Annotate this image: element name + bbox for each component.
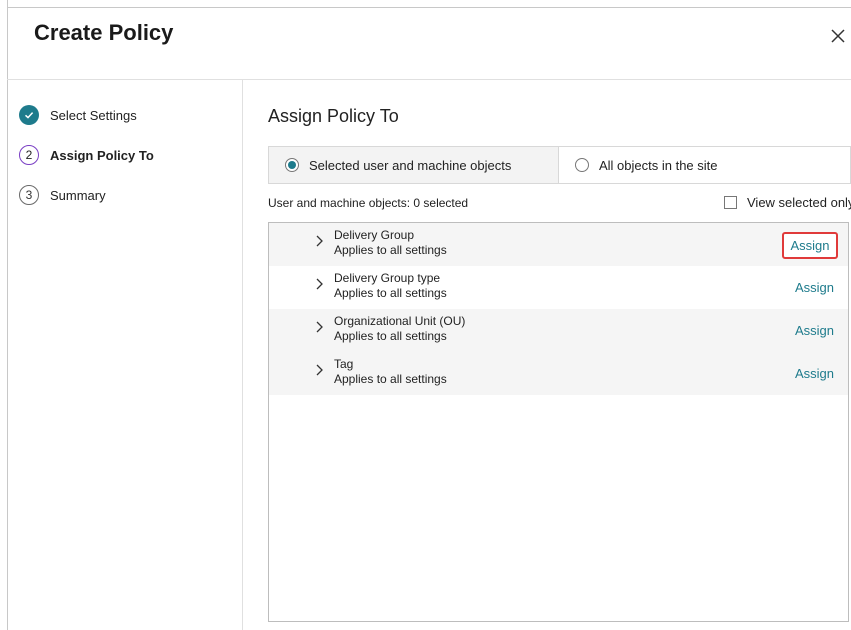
- assign-button-tag[interactable]: Assign: [795, 366, 834, 381]
- radio-selected-icon: [285, 158, 299, 172]
- checkbox-label: View selected only: [747, 195, 851, 210]
- chevron-right-icon[interactable]: [313, 277, 327, 291]
- step-label: Summary: [50, 187, 106, 203]
- section-title: Assign Policy To: [268, 106, 399, 126]
- step-number: 3: [19, 185, 39, 205]
- object-type-list: Delivery Group Applies to all settings A…: [268, 222, 849, 622]
- chevron-right-icon[interactable]: [313, 234, 327, 248]
- radio-label: All objects in the site: [599, 157, 718, 173]
- row-name: Delivery Group type: [334, 271, 441, 285]
- radio-unselected-icon: [575, 158, 589, 172]
- chevron-right-icon[interactable]: [313, 363, 327, 377]
- dialog-border-top: [7, 7, 851, 8]
- row-subtitle: Applies to all settings: [334, 329, 447, 343]
- list-row-tag: Tag Applies to all settings Assign: [269, 352, 848, 395]
- row-subtitle: Applies to all settings: [334, 372, 447, 386]
- step-assign-policy-to[interactable]: 2 Assign Policy To: [19, 144, 154, 166]
- close-icon: [831, 29, 845, 43]
- assign-button-delivery-group-type[interactable]: Assign: [795, 280, 834, 295]
- step-label: Select Settings: [50, 107, 137, 123]
- view-selected-only-checkbox[interactable]: View selected only: [724, 195, 851, 210]
- row-name: Tag: [334, 357, 354, 371]
- dialog-border-left: [7, 0, 8, 630]
- assign-button-organizational-unit[interactable]: Assign: [795, 323, 834, 338]
- list-row-delivery-group: Delivery Group Applies to all settings A…: [269, 223, 848, 266]
- check-icon: [19, 105, 39, 125]
- row-name: Organizational Unit (OU): [334, 314, 466, 328]
- row-name: Delivery Group: [334, 228, 415, 242]
- header-divider: [7, 79, 851, 80]
- chevron-right-icon[interactable]: [313, 320, 327, 334]
- list-row-delivery-group-type: Delivery Group type Applies to all setti…: [269, 266, 848, 309]
- radio-selected-objects[interactable]: Selected user and machine objects: [269, 147, 559, 183]
- list-row-organizational-unit: Organizational Unit (OU) Applies to all …: [269, 309, 848, 352]
- objects-count-label: User and machine objects: 0 selected: [268, 196, 469, 210]
- radio-label: Selected user and machine objects: [309, 157, 512, 173]
- dialog-title: Create Policy: [34, 20, 174, 45]
- row-subtitle: Applies to all settings: [334, 243, 447, 257]
- row-subtitle: Applies to all settings: [334, 286, 447, 300]
- step-label: Assign Policy To: [50, 147, 154, 163]
- step-summary[interactable]: 3 Summary: [19, 184, 106, 206]
- assign-scope-radio-group: Selected user and machine objects All ob…: [268, 146, 851, 184]
- checkbox-icon: [724, 196, 737, 209]
- assign-button-delivery-group[interactable]: Assign: [782, 232, 838, 259]
- step-select-settings[interactable]: Select Settings: [19, 104, 137, 126]
- steps-divider: [242, 80, 243, 630]
- radio-all-objects[interactable]: All objects in the site: [559, 147, 718, 183]
- close-button[interactable]: [828, 26, 848, 46]
- step-number: 2: [19, 145, 39, 165]
